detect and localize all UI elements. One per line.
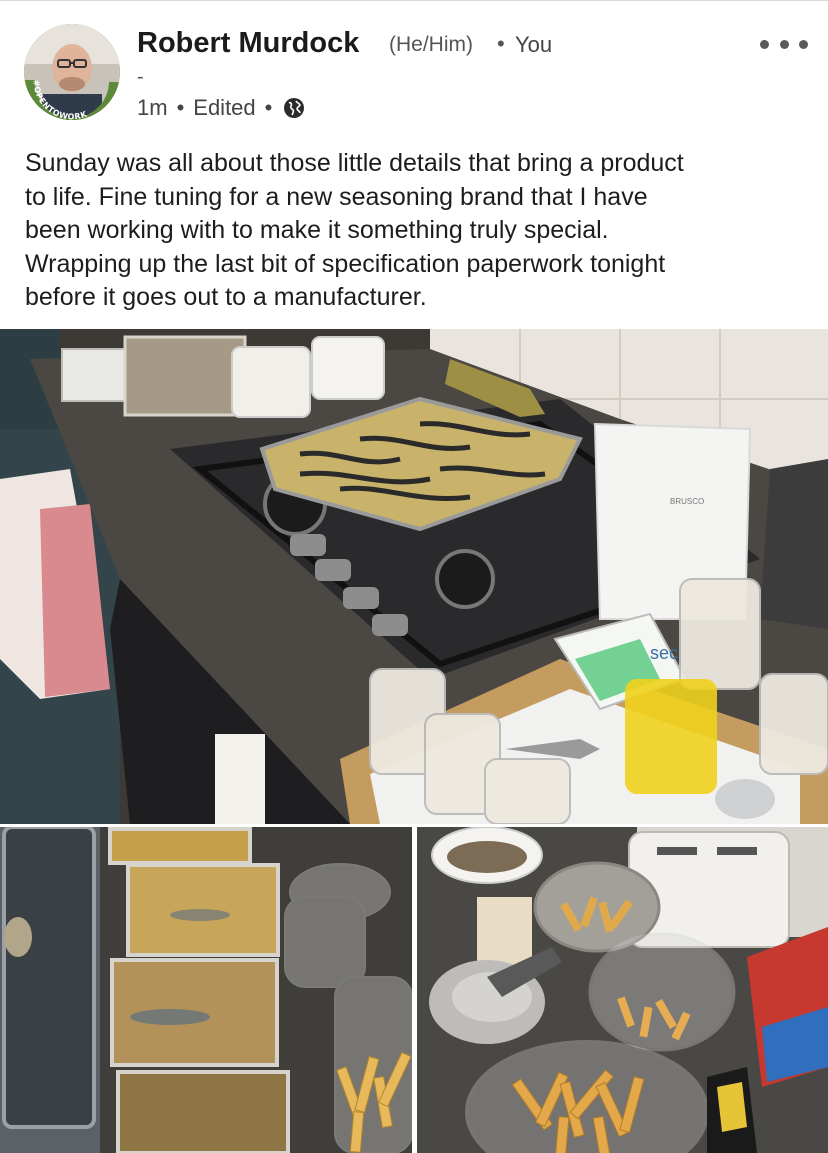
post-text-line: to life. Fine tuning for a new seasoning…: [25, 182, 648, 211]
ellipsis-icon[interactable]: [760, 30, 808, 58]
dot-separator: •: [176, 95, 185, 120]
author-headline: -: [137, 66, 144, 88]
post-header: #OPENTOWORK Robert Murdock (He/Him) • Yo…: [0, 0, 828, 140]
post-text-line: Sunday was all about those little detail…: [25, 149, 684, 177]
post-text-line: before it goes out to a manufacturer.: [25, 283, 427, 312]
author-name[interactable]: Robert Murdock: [137, 27, 359, 60]
post-photo-chips[interactable]: [417, 827, 828, 1153]
brand-label: BRUSCO: [670, 497, 704, 506]
post-meta: 1m • Edited •: [137, 95, 305, 121]
avatar[interactable]: #OPENTOWORK: [24, 24, 120, 120]
dot-separator: •: [497, 31, 505, 56]
post-photo-kitchen[interactable]: BRUSCO sec: [0, 329, 828, 824]
globe-icon: [283, 97, 305, 119]
dot-separator: •: [264, 95, 273, 120]
edited-label: Edited: [193, 95, 256, 120]
avatar-image: #OPENTOWORK: [24, 24, 120, 120]
tub-label: sec: [650, 643, 678, 663]
connection-degree: You: [515, 32, 553, 57]
post-text-line: Wrapping up the last bit of specificatio…: [25, 249, 666, 278]
post-time: 1m: [137, 95, 168, 120]
post-text: Sunday was all about those little detail…: [25, 147, 815, 315]
author-pronouns: (He/Him): [389, 33, 473, 56]
post-text-line: been working with to make it something t…: [25, 216, 609, 245]
post-photo-seasoning-tubs[interactable]: [0, 827, 412, 1153]
